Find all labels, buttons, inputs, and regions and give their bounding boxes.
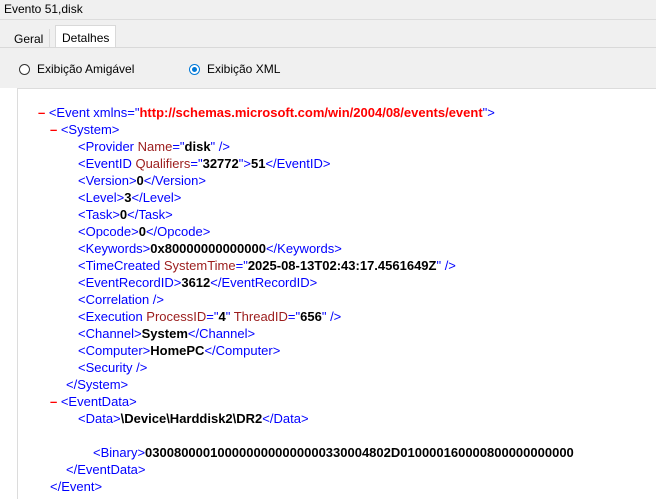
xml-execution-line: <Execution ProcessID="4" ThreadID="656" …: [78, 309, 342, 324]
tab-geral[interactable]: Geral: [8, 29, 51, 47]
xml-system-open-line: – <System>: [50, 122, 120, 137]
xml-channel-line: <Channel>System</Channel>: [78, 326, 256, 341]
view-mode-bar: Exibição Amigável Exibição XML: [0, 48, 656, 88]
xml-timecreated-line: <TimeCreated SystemTime="2025-08-13T02:4…: [78, 258, 456, 273]
friendly-view-label: Exibição Amigável: [37, 62, 135, 76]
tab-detalhes[interactable]: Detalhes: [55, 25, 117, 48]
xml-view-radio[interactable]: Exibição XML: [189, 62, 280, 76]
xml-provider-line: <Provider Name="disk" />: [78, 139, 230, 154]
friendly-view-radio[interactable]: Exibição Amigável: [19, 62, 134, 76]
xml-keywords-line: <Keywords>0x80000000000000</Keywords>: [78, 241, 342, 256]
window-title: Evento 51,disk: [4, 2, 83, 16]
xml-computer-line: <Computer>HomePC</Computer>: [78, 343, 281, 358]
tab-geral-label: Geral: [14, 32, 44, 46]
xml-data-line: <Data>\Device\Harddisk2\DR2</Data>: [78, 411, 309, 426]
xml-view-label: Exibição XML: [207, 62, 281, 76]
tab-detalhes-label: Detalhes: [62, 31, 110, 45]
xml-task-line: <Task>0</Task>: [78, 207, 173, 222]
xml-opcode-line: <Opcode>0</Opcode>: [78, 224, 211, 239]
xml-system-close-line: </System>: [66, 377, 129, 392]
xml-security-line: <Security />: [78, 360, 148, 375]
xml-recordid-line: <EventRecordID>3612</EventRecordID>: [78, 275, 318, 290]
collapse-toggle-icon[interactable]: –: [38, 105, 49, 120]
xml-event-open-line: – <Event xmlns="http://schemas.microsoft…: [38, 105, 495, 120]
xml-eventdata-open-line: – <EventData>: [50, 394, 137, 409]
xml-level-line: <Level>3</Level>: [78, 190, 182, 205]
collapse-toggle-icon[interactable]: –: [50, 122, 61, 137]
tab-strip: Geral Detalhes: [0, 20, 656, 48]
xml-view-pane[interactable]: – <Event xmlns="http://schemas.microsoft…: [17, 88, 656, 499]
radio-checked-icon[interactable]: [189, 63, 200, 75]
xml-eventdata-close-line: </EventData>: [66, 462, 146, 477]
xml-eventid-line: <EventID Qualifiers="32772">51</EventID>: [78, 156, 331, 171]
window-titlebar: Evento 51,disk: [0, 0, 656, 20]
radio-unchecked-icon[interactable]: [19, 63, 30, 75]
collapse-toggle-icon[interactable]: –: [50, 394, 61, 409]
xml-event-close-line: </Event>: [50, 479, 103, 494]
xml-correlation-line: <Correlation />: [78, 292, 164, 307]
xml-version-line: <Version>0</Version>: [78, 173, 206, 188]
xml-binary-line: <Binary>03008000010000000000000003300048…: [93, 445, 574, 460]
